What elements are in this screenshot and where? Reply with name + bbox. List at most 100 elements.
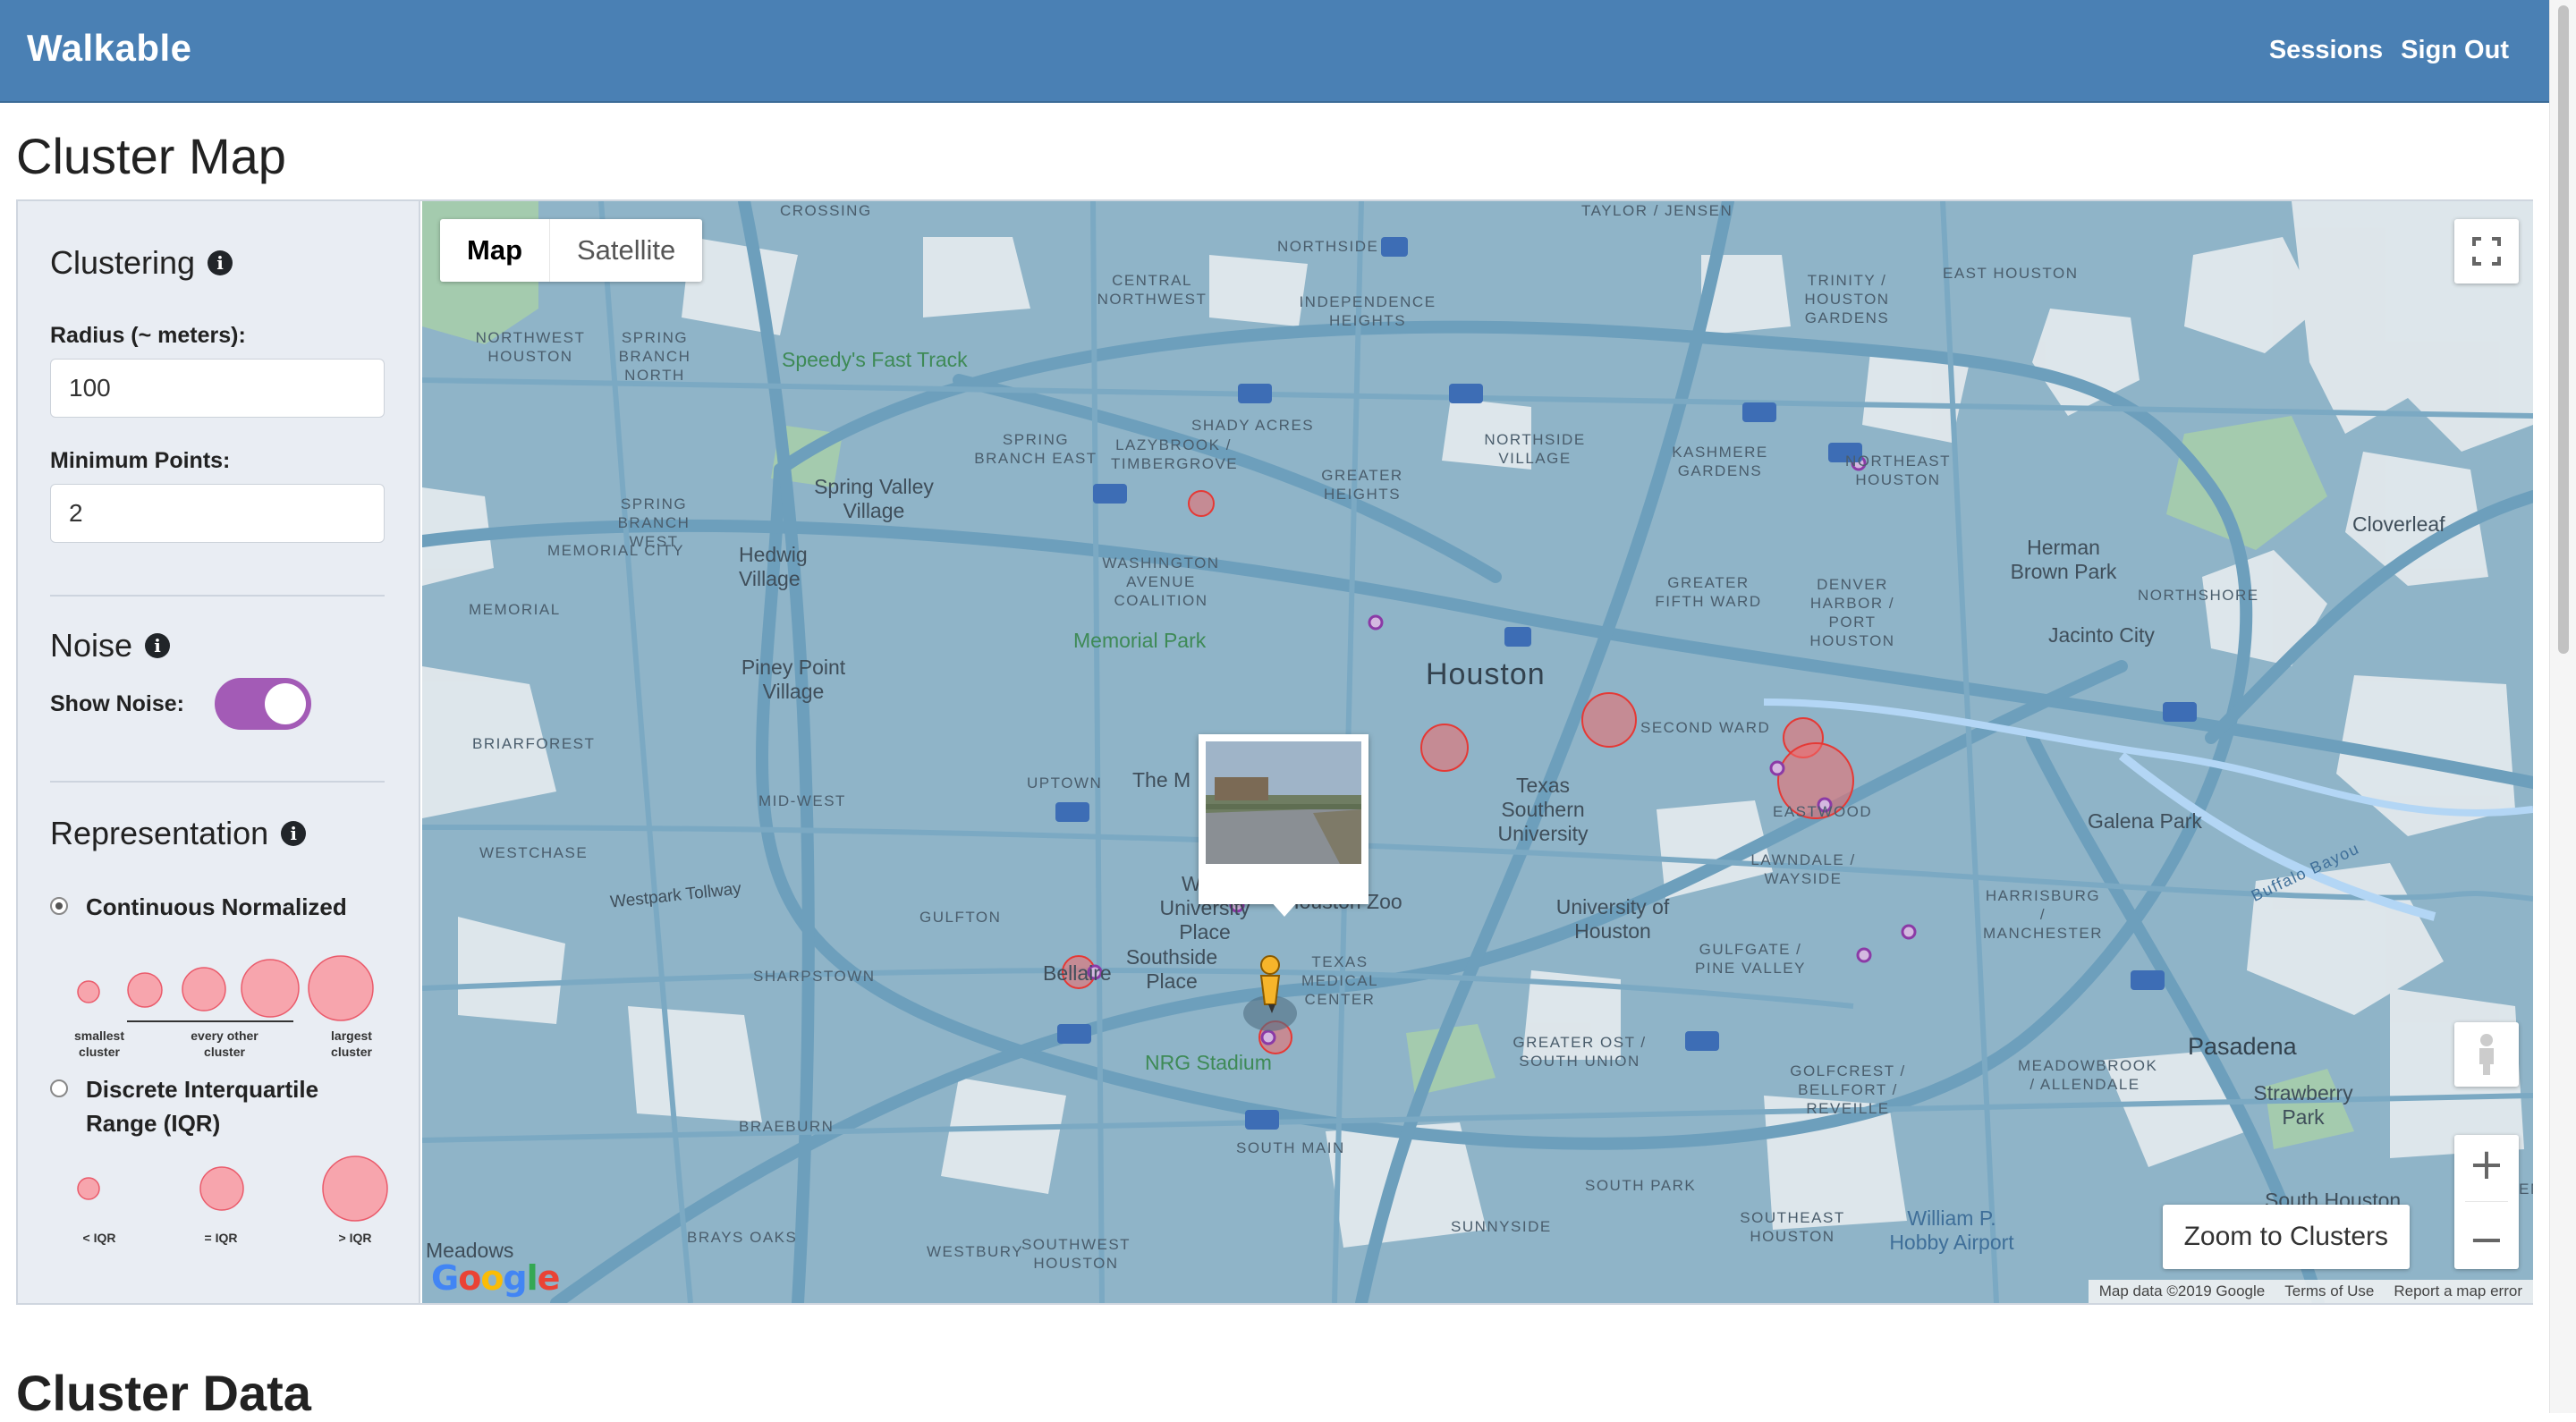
noise-point[interactable] [1856,947,1872,963]
divider [50,595,385,597]
noise-point[interactable] [1901,924,1917,940]
info-icon[interactable]: i [145,633,171,658]
legend-caption-below-iqr: < IQR [82,1231,116,1245]
map-label: HARRISBURG / MANCHESTER [1982,887,2103,942]
cluster-circle[interactable] [1188,490,1215,517]
legend-circle-smallest [77,980,100,1003]
fullscreen-button[interactable] [2454,219,2519,284]
map-label: SOUTH PARK [1585,1177,1697,1194]
report-map-error-link[interactable]: Report a map error [2394,1280,2522,1303]
map-label: TRINITY / HOUSTON GARDENS [1804,272,1890,326]
representation-heading: Representation i [50,815,307,852]
map-label: DENVER HARBOR / PORT HOUSTON [1809,576,1895,649]
cluster-circle[interactable] [1420,724,1469,772]
street-view-pegman-button[interactable] [2454,1022,2519,1087]
discrete-iqr-radio[interactable] [50,1079,68,1097]
nav-sign-out-link[interactable]: Sign Out [2401,36,2509,65]
map-label: Piney Point Village [741,656,846,703]
legend-caption-smallest: smallest cluster [73,1028,125,1059]
zoom-to-clusters-button[interactable]: Zoom to Clusters [2162,1205,2410,1269]
radius-input[interactable] [50,359,385,418]
cluster-circle[interactable] [1581,692,1637,748]
map-label: WASHINGTON AVENUE COALITION [1102,554,1220,609]
fullscreen-icon [2472,237,2501,266]
noise-point[interactable] [1260,1029,1276,1045]
map-label: Spring Valley Village [814,475,934,522]
map-attribution: Map data ©2019 Google Terms of Use Repor… [2088,1280,2533,1303]
map-label: NORTHEAST HOUSTON [1844,453,1952,488]
legend-caption-every-other: every other cluster [191,1028,258,1059]
minimum-points-input[interactable] [50,484,385,543]
map-label: Pasadena [2188,1033,2297,1060]
noise-point[interactable] [1368,614,1384,631]
terms-of-use-link[interactable]: Terms of Use [2284,1280,2374,1303]
page-scrollbar[interactable] [2549,0,2576,1413]
top-navbar: Walkable Sessions Sign Out [0,0,2549,103]
map-type-satellite-button[interactable]: Satellite [549,219,702,282]
map-label-houston: Houston [1426,657,1546,691]
legend-circle-iqr [199,1166,244,1211]
map-label: CENTRAL NORTHWEST [1097,272,1208,308]
map-type-map-button[interactable]: Map [440,219,549,282]
google-logo[interactable]: Google [431,1258,560,1298]
cluster-data-heading: Cluster Data [16,1365,311,1421]
zoom-out-button[interactable]: − [2469,1218,2504,1261]
info-icon[interactable]: i [208,250,233,275]
map-label: Strawberry Park [2253,1081,2353,1129]
map-label: GULFGATE / PINE VALLEY [1695,941,1806,977]
map-label: MEMORIAL [469,601,561,618]
map-label: BRIARFOREST [472,735,596,752]
legend-circle [127,972,163,1008]
scrollbar-thumb[interactable] [2558,5,2569,654]
brand-logo[interactable]: Walkable [27,27,192,70]
map-label: Herman Brown Park [2010,536,2117,583]
map-label: SPRING BRANCH EAST [974,431,1097,467]
map-label: NORTHWEST HOUSTON [475,329,586,365]
continuous-normalized-radio[interactable] [50,897,68,915]
noise-heading: Noise i [50,627,171,664]
legend-circle-below-iqr [77,1177,100,1200]
continuous-normalized-label[interactable]: Continuous Normalized [86,890,347,924]
continuous-size-legend [77,955,374,1022]
street-view-preview[interactable] [1199,734,1368,917]
map-label: NRG Stadium [1145,1051,1272,1074]
clustering-heading: Clustering i [50,244,233,282]
map-label: Texas Southern University [1497,774,1589,845]
legend-circle-largest [308,955,374,1021]
iqr-size-legend [77,1155,388,1222]
map-label: The M [1132,768,1191,791]
show-noise-label: Show Noise: [50,691,185,716]
map-label: EASTWOOD [1773,803,1873,820]
map-label: Cloverleaf [2352,512,2445,536]
legend-circle [241,959,300,1018]
map-label: LAZYBROOK / TIMBERGROVE [1111,436,1239,472]
map-type-control: Map Satellite [440,219,703,282]
map-label: SOUTH MAIN [1236,1139,1345,1156]
map-label: TAYLOR / JENSEN [1581,202,1733,219]
map-label: WESTCHASE [479,844,589,861]
street-view-thumbnail [1206,741,1361,864]
map-label: Galena Park [2088,809,2202,833]
google-map[interactable]: Houston Speedy's Fast Track Spring Valle… [422,201,2533,1303]
legend-circle [182,967,226,1011]
discrete-iqr-label[interactable]: Discrete Interquartile Range (IQR) [86,1072,381,1140]
info-icon[interactable]: i [281,821,307,846]
map-label: Jacinto City [2048,623,2155,647]
map-label: BRAYS OAKS [687,1229,798,1246]
popup-pointer [1270,901,1299,917]
minimum-points-label: Minimum Points: [50,448,231,473]
map-label: SHARPSTOWN [753,968,876,985]
map-label: Southside Place [1125,945,1218,993]
map-label: BRAEBURN [739,1118,835,1135]
page-title: Cluster Map [16,128,286,184]
map-canvas[interactable] [422,201,2533,1303]
zoom-in-button[interactable]: + [2469,1143,2504,1186]
nav-sessions-link[interactable]: Sessions [2269,36,2383,65]
zoom-control: + − [2454,1135,2519,1269]
cluster-map-panel: Clustering i Radius (~ meters): Minimum … [16,199,2533,1305]
map-label: MID-WEST [758,792,846,809]
noise-point[interactable] [1769,760,1785,776]
show-noise-toggle[interactable] [215,678,311,730]
map-label: UPTOWN [1027,774,1103,791]
map-label: Speedy's Fast Track [782,348,968,371]
